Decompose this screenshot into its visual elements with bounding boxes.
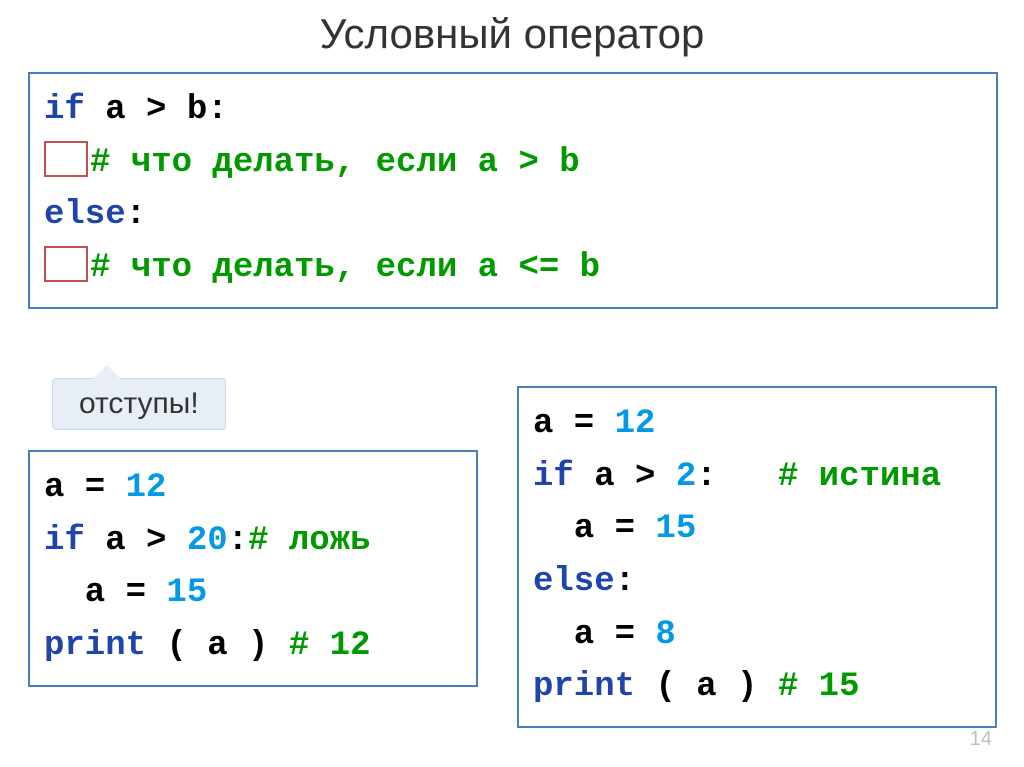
code-text: : (696, 458, 778, 496)
code-line: a = 12 (44, 462, 462, 515)
code-line: if a > 2: # истина (533, 451, 981, 504)
code-text: a = (44, 469, 126, 507)
number: 12 (126, 469, 167, 507)
code-box-syntax: if a > b: # что делать, если a > b else:… (28, 72, 998, 309)
code-line: if a > 20:# ложь (44, 515, 462, 568)
code-line: # что делать, если a <= b (44, 242, 982, 295)
code-box-example-true: a = 12 if a > 2: # истина a = 15 else: a… (517, 386, 997, 728)
keyword-else: else (44, 196, 126, 234)
code-line: else: (44, 189, 982, 242)
code-line: print ( a ) # 12 (44, 620, 462, 673)
code-text: : (228, 522, 248, 560)
code-box-example-false: a = 12 if a > 20:# ложь a = 15 print ( a… (28, 450, 478, 687)
number: 15 (655, 510, 696, 548)
page-number: 14 (970, 728, 992, 751)
code-line: print ( a ) # 15 (533, 661, 981, 714)
callout-indent: отступы! (52, 378, 226, 430)
code-text: ( a ) (635, 668, 778, 706)
keyword-if: if (44, 91, 85, 129)
comment: # что делать, если a > b (90, 144, 580, 182)
keyword-print: print (533, 668, 635, 706)
code-line: a = 15 (533, 503, 981, 556)
code-line: if a > b: (44, 84, 982, 137)
code-text: ( a ) (146, 627, 289, 665)
number: 20 (187, 522, 228, 560)
number: 12 (615, 405, 656, 443)
keyword-print: print (44, 627, 146, 665)
code-line: a = 15 (44, 567, 462, 620)
comment: # истина (778, 458, 941, 496)
number: 2 (676, 458, 696, 496)
code-line: a = 12 (533, 398, 981, 451)
keyword-if: if (533, 458, 574, 496)
keyword-if: if (44, 522, 85, 560)
keyword-else: else (533, 563, 615, 601)
code-text: a = (533, 616, 655, 654)
comment: # 12 (289, 627, 371, 665)
code-text: a > (85, 522, 187, 560)
code-text: a = (533, 510, 655, 548)
code-text: : (126, 196, 146, 234)
page-title: Условный оператор (0, 0, 1024, 66)
indent-marker (44, 141, 88, 177)
comment: # 15 (778, 668, 860, 706)
indent-marker (44, 246, 88, 282)
comment: # что делать, если a <= b (90, 249, 600, 287)
code-text: a = (533, 405, 615, 443)
number: 15 (166, 574, 207, 612)
code-text: : (615, 563, 635, 601)
number: 8 (655, 616, 675, 654)
code-line: # что делать, если a > b (44, 137, 982, 190)
code-line: a = 8 (533, 609, 981, 662)
comment: # ложь (248, 522, 370, 560)
code-text: a > b: (85, 91, 228, 129)
code-text: a = (44, 574, 166, 612)
code-text: a > (574, 458, 676, 496)
code-line: else: (533, 556, 981, 609)
